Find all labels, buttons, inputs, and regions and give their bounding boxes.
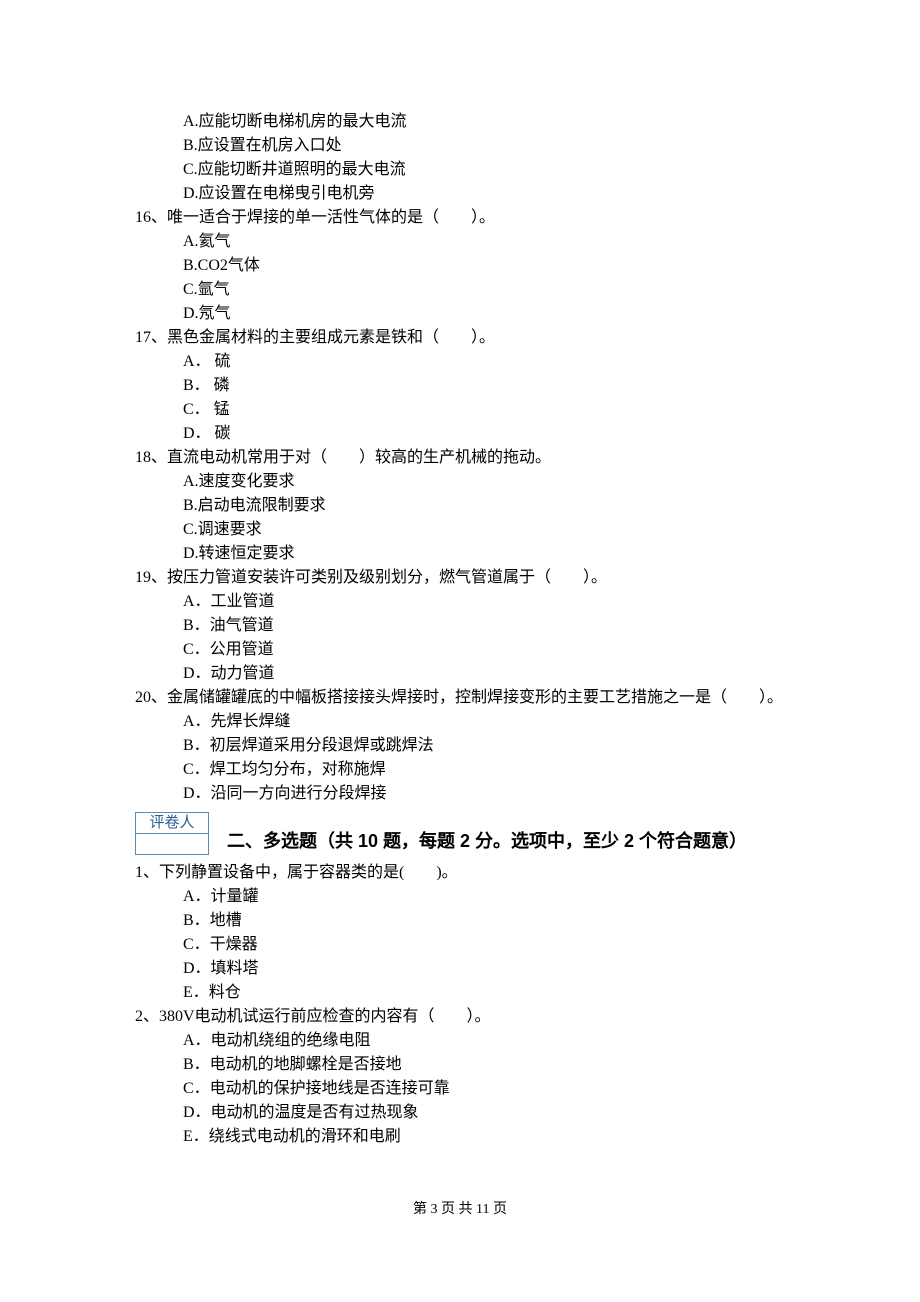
q15-option-d: D.应设置在电梯曳引电机旁 bbox=[135, 182, 785, 206]
mq2-option-c: C．电动机的保护接地线是否连接可靠 bbox=[135, 1077, 785, 1101]
q16-option-a: A.氦气 bbox=[135, 230, 785, 254]
grader-empty-cell bbox=[136, 834, 208, 854]
section-2-title: 二、多选题（共 10 题，每题 2 分。选项中，至少 2 个符合题意） bbox=[227, 828, 747, 855]
q19-option-c: C．公用管道 bbox=[135, 638, 785, 662]
q17-option-b: B． 磷 bbox=[135, 374, 785, 398]
q20-option-d: D．沿同一方向进行分段焊接 bbox=[135, 782, 785, 806]
q17-option-c: C． 锰 bbox=[135, 398, 785, 422]
q15-option-c: C.应能切断井道照明的最大电流 bbox=[135, 158, 785, 182]
grader-label: 评卷人 bbox=[136, 813, 208, 834]
mq1-option-b: B．地槽 bbox=[135, 909, 785, 933]
q17-option-a: A． 硫 bbox=[135, 350, 785, 374]
mq2-option-e: E．绕线式电动机的滑环和电刷 bbox=[135, 1125, 785, 1149]
q16-option-c: C.氩气 bbox=[135, 278, 785, 302]
q19-stem: 19、按压力管道安装许可类别及级别划分，燃气管道属于（ ）。 bbox=[135, 566, 785, 590]
q16-option-b: B.CO2气体 bbox=[135, 254, 785, 278]
document-page: A.应能切断电梯机房的最大电流 B.应设置在机房入口处 C.应能切断井道照明的最… bbox=[0, 0, 920, 1280]
grader-box: 评卷人 bbox=[135, 812, 209, 855]
q18-option-b: B.启动电流限制要求 bbox=[135, 494, 785, 518]
mq2-option-b: B．电动机的地脚螺栓是否接地 bbox=[135, 1053, 785, 1077]
mq2-option-d: D．电动机的温度是否有过热现象 bbox=[135, 1101, 785, 1125]
mq1-option-e: E．料仓 bbox=[135, 981, 785, 1005]
q19-option-b: B．油气管道 bbox=[135, 614, 785, 638]
q20-option-a: A．先焊长焊缝 bbox=[135, 710, 785, 734]
q18-option-d: D.转速恒定要求 bbox=[135, 542, 785, 566]
q17-option-d: D． 碳 bbox=[135, 422, 785, 446]
mq1-stem: 1、下列静置设备中，属于容器类的是( )。 bbox=[135, 861, 785, 885]
q20-stem: 20、金属储罐罐底的中幅板搭接接头焊接时，控制焊接变形的主要工艺措施之一是（ ）… bbox=[135, 686, 785, 710]
page-footer: 第 3 页 共 11 页 bbox=[135, 1199, 785, 1220]
q15-option-a: A.应能切断电梯机房的最大电流 bbox=[135, 110, 785, 134]
mq1-option-c: C．干燥器 bbox=[135, 933, 785, 957]
q16-stem: 16、唯一适合于焊接的单一活性气体的是（ ）。 bbox=[135, 206, 785, 230]
q18-option-a: A.速度变化要求 bbox=[135, 470, 785, 494]
mq2-option-a: A．电动机绕组的绝缘电阻 bbox=[135, 1029, 785, 1053]
q20-option-c: C．焊工均匀分布，对称施焊 bbox=[135, 758, 785, 782]
q17-stem: 17、黑色金属材料的主要组成元素是铁和（ ）。 bbox=[135, 326, 785, 350]
q15-option-b: B.应设置在机房入口处 bbox=[135, 134, 785, 158]
mq1-option-d: D．填料塔 bbox=[135, 957, 785, 981]
q19-option-a: A．工业管道 bbox=[135, 590, 785, 614]
q19-option-d: D．动力管道 bbox=[135, 662, 785, 686]
q16-option-d: D.氖气 bbox=[135, 302, 785, 326]
q20-option-b: B．初层焊道采用分段退焊或跳焊法 bbox=[135, 734, 785, 758]
q18-option-c: C.调速要求 bbox=[135, 518, 785, 542]
q18-stem: 18、直流电动机常用于对（ ）较高的生产机械的拖动。 bbox=[135, 446, 785, 470]
mq2-stem: 2、380V电动机试运行前应检查的内容有（ ）。 bbox=[135, 1005, 785, 1029]
section-header-row: 评卷人 二、多选题（共 10 题，每题 2 分。选项中，至少 2 个符合题意） bbox=[135, 812, 785, 855]
mq1-option-a: A．计量罐 bbox=[135, 885, 785, 909]
